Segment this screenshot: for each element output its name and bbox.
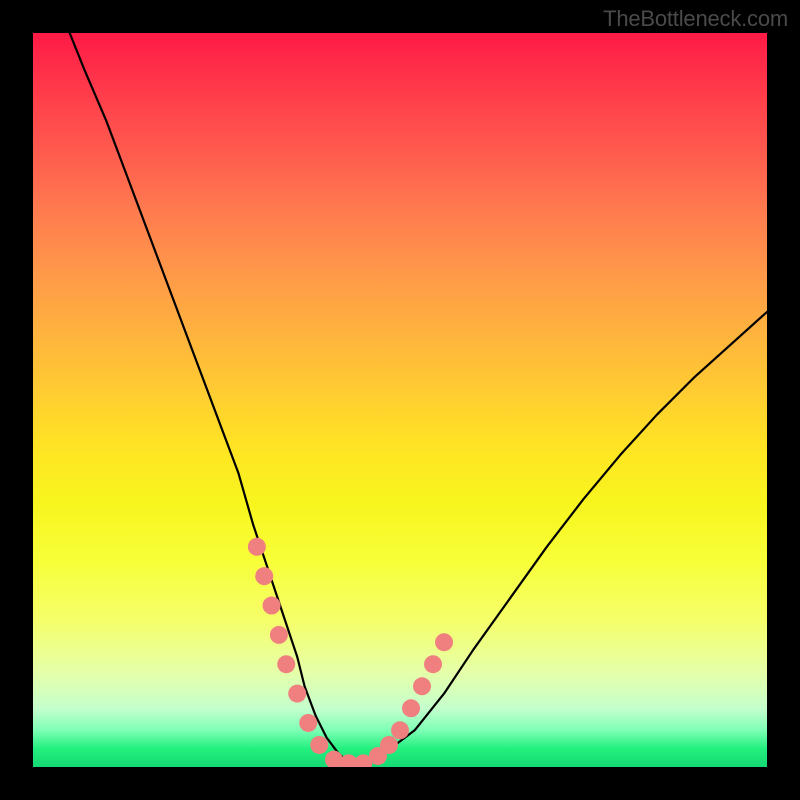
watermark-text: TheBottleneck.com: [603, 6, 788, 32]
chart-canvas: TheBottleneck.com: [0, 0, 800, 800]
plot-background-gradient: [33, 33, 767, 767]
